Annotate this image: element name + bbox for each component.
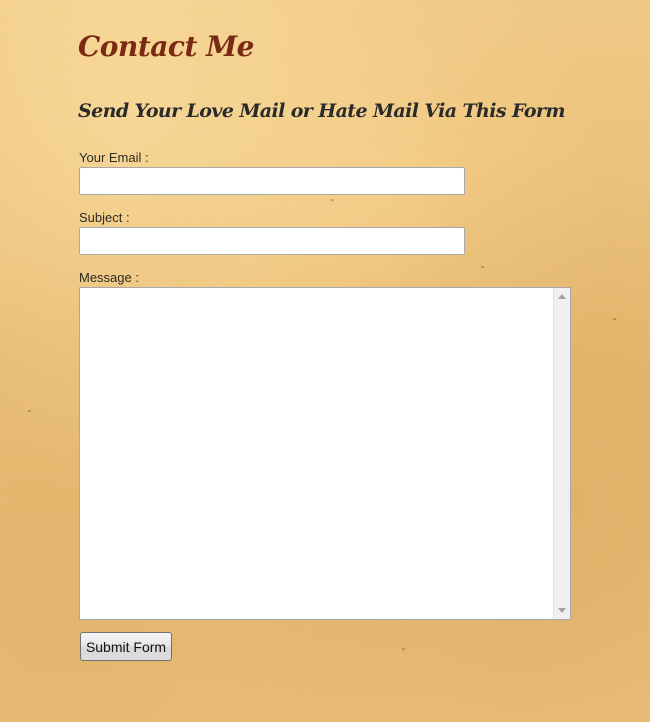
scroll-down-arrow-icon[interactable] <box>558 608 566 613</box>
paper-speck <box>402 648 405 650</box>
subject-label: Subject : <box>79 210 130 225</box>
subject-input[interactable] <box>79 227 465 255</box>
message-scrollbar[interactable] <box>553 288 570 619</box>
form-heading: Send Your Love Mail or Hate Mail Via Thi… <box>78 100 565 122</box>
message-textarea[interactable] <box>80 288 554 619</box>
message-textarea-container <box>79 287 571 620</box>
submit-button[interactable]: Submit Form <box>80 632 172 661</box>
email-input[interactable] <box>79 167 465 195</box>
message-label: Message : <box>79 270 139 285</box>
email-label: Your Email : <box>79 150 149 165</box>
paper-speck <box>481 266 484 268</box>
paper-speck <box>331 199 334 201</box>
scroll-up-arrow-icon[interactable] <box>558 294 566 299</box>
paper-speck <box>613 318 616 320</box>
paper-speck <box>28 410 31 412</box>
page-title: Contact Me <box>78 30 254 63</box>
